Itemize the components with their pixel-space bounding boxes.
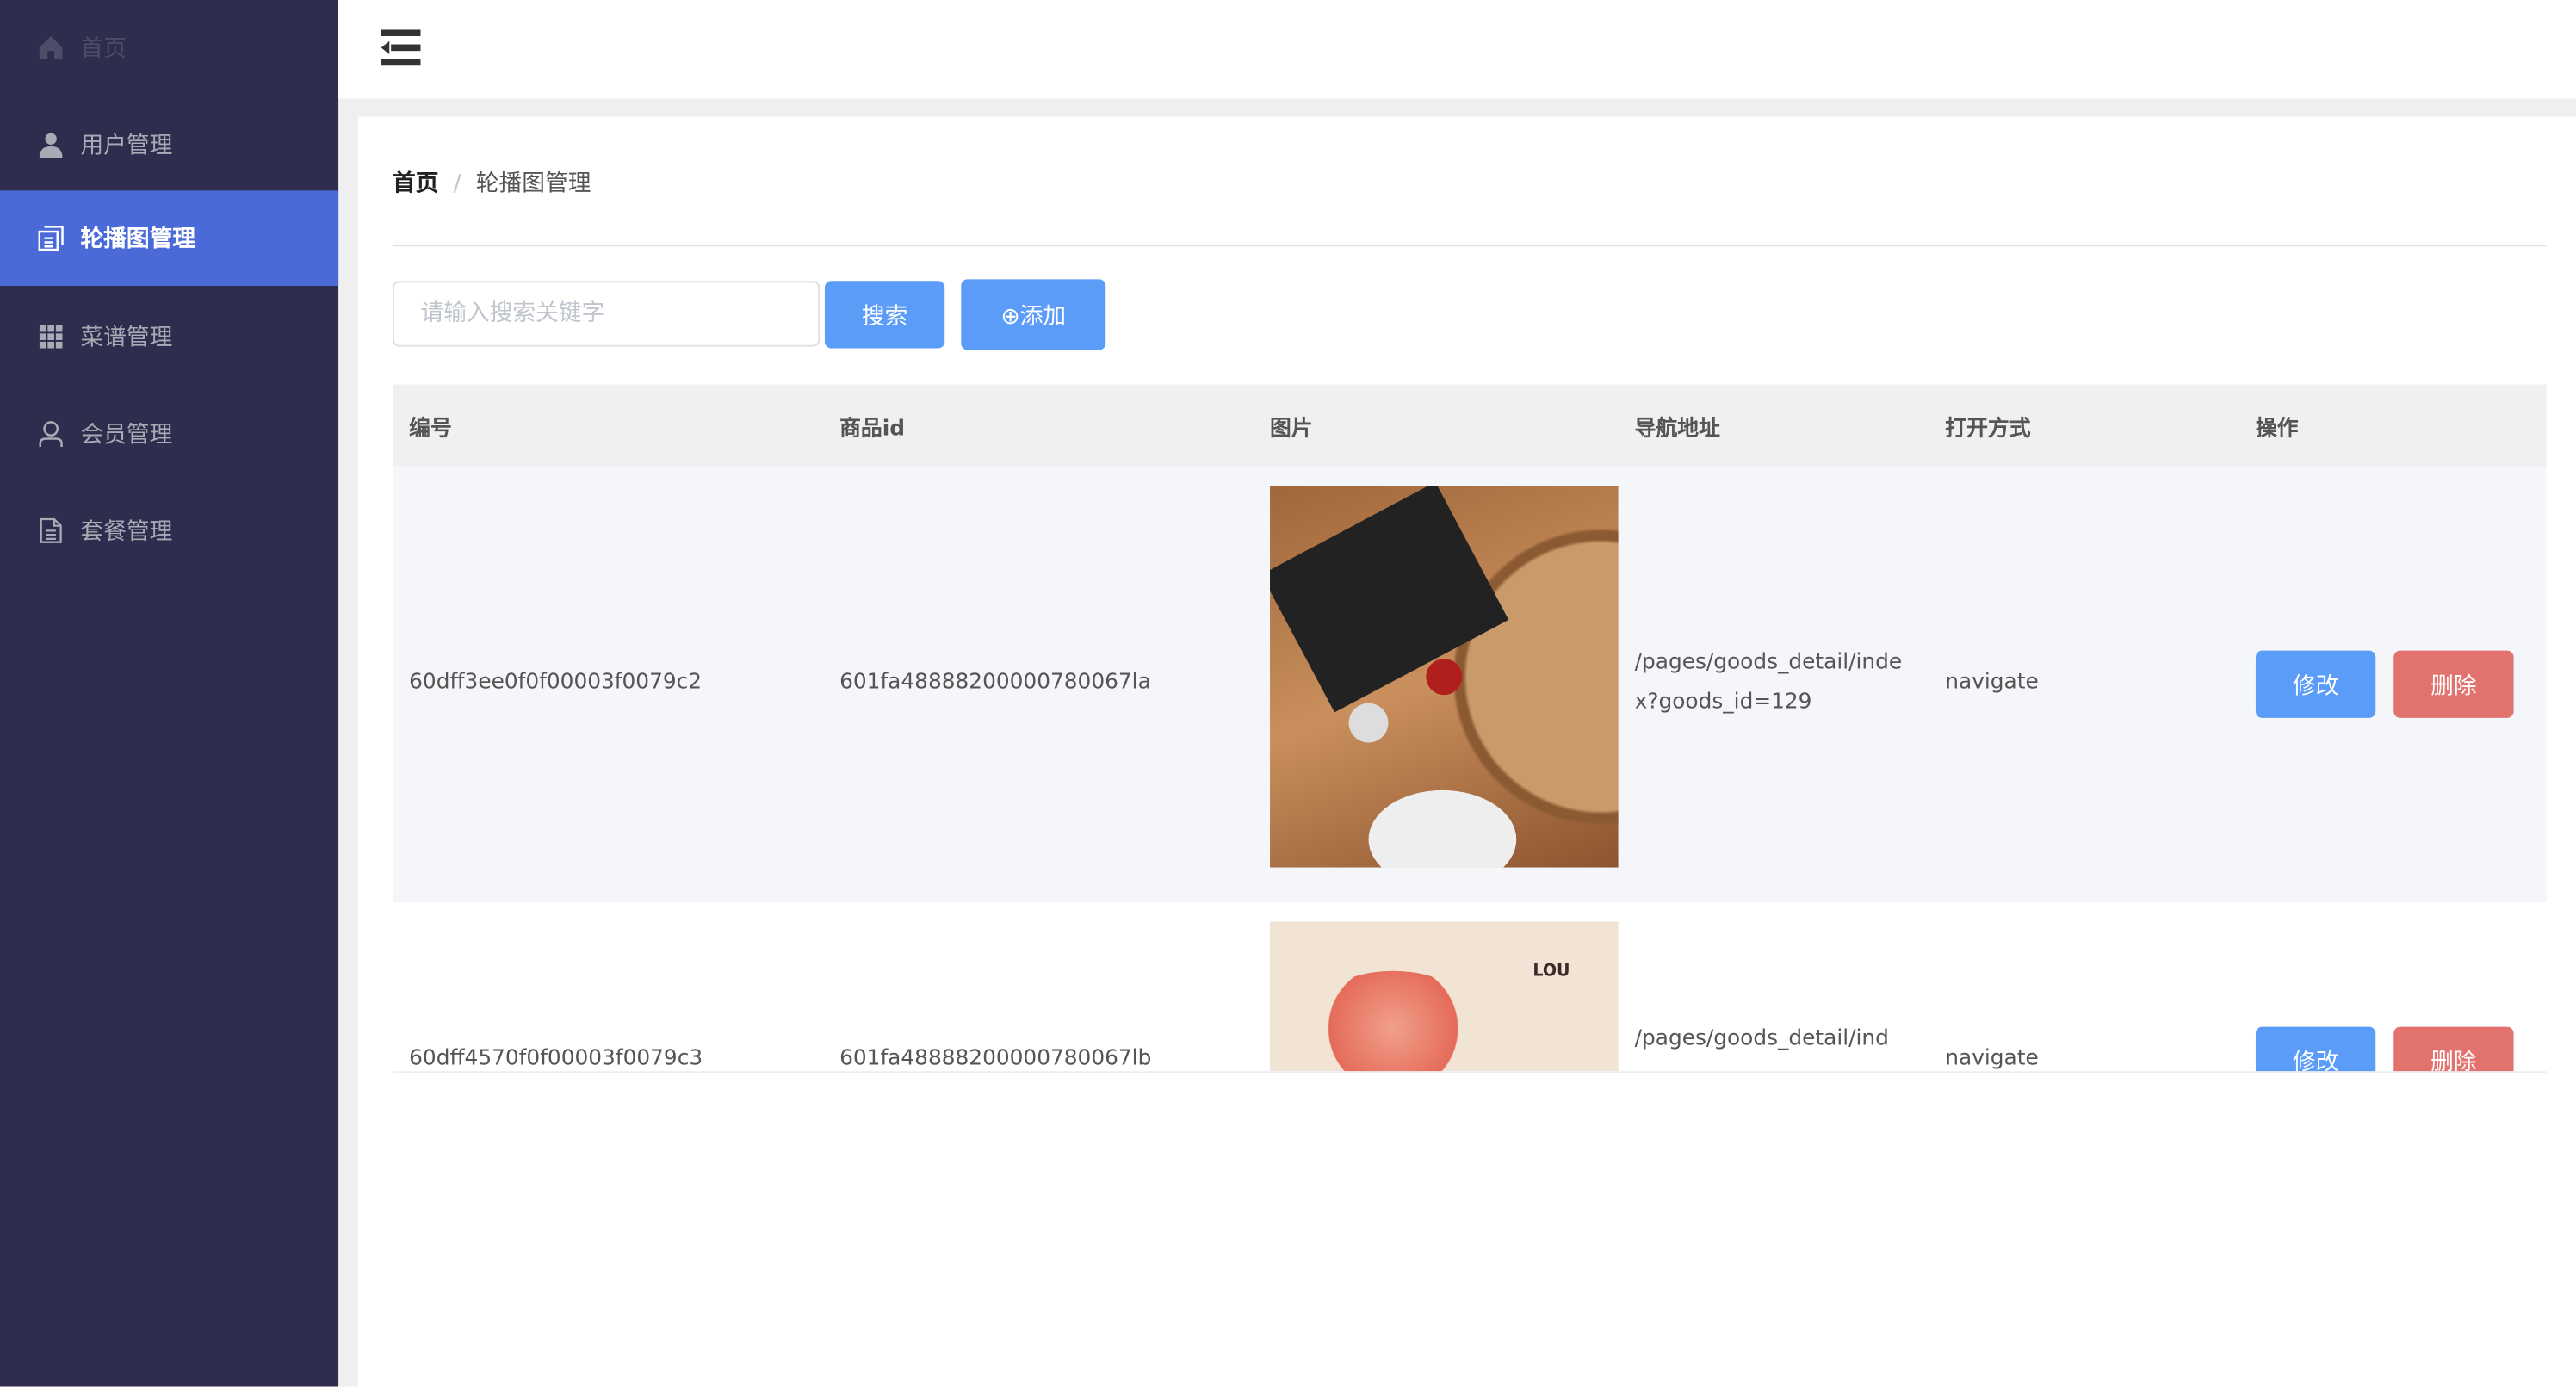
breadcrumb-separator: / bbox=[453, 170, 461, 197]
sidebar-item-label: 首页 bbox=[80, 35, 127, 63]
add-button[interactable]: ⊕添加 bbox=[961, 279, 1106, 350]
top-bar bbox=[338, 0, 2576, 99]
home-icon bbox=[38, 34, 65, 61]
delete-button[interactable]: 删除 bbox=[2393, 650, 2514, 718]
sidebar-item-label: 会员管理 bbox=[80, 422, 173, 449]
table-row: 60dff3ee0f0f00003f0079c2 601fa4888820000… bbox=[393, 466, 2547, 902]
breadcrumb-home[interactable]: 首页 bbox=[393, 170, 438, 197]
content-card: 首页 / 轮播图管理 搜索 ⊕添加 编号 商品id 图片 导航地址 打开方式 操作 … bbox=[357, 116, 2576, 1387]
grid-icon bbox=[38, 324, 65, 350]
cell-url: /pages/goods_detail/ind bbox=[1634, 1026, 1889, 1052]
search-input[interactable] bbox=[393, 281, 820, 347]
header-actions: 操作 bbox=[2255, 417, 2299, 443]
sidebar-item-recipes[interactable]: 菜谱管理 bbox=[0, 289, 338, 385]
sidebar-item-label: 用户管理 bbox=[80, 133, 173, 160]
cell-url: /pages/goods_detail/index?goods_id=129 bbox=[1634, 650, 1903, 715]
carousel-image: LOU bbox=[1270, 921, 1619, 1072]
header-image: 图片 bbox=[1270, 417, 1313, 443]
cell-id: 60dff3ee0f0f00003f0079c2 bbox=[409, 670, 703, 696]
collapse-menu-icon[interactable] bbox=[381, 29, 421, 66]
search-button[interactable]: 搜索 bbox=[824, 281, 945, 349]
sidebar-item-members[interactable]: 会员管理 bbox=[0, 386, 338, 481]
breadcrumb: 首页 / 轮播图管理 bbox=[393, 166, 591, 199]
cell-open-type: navigate bbox=[1945, 1046, 2039, 1072]
table-header: 编号 商品id 图片 导航地址 打开方式 操作 bbox=[393, 384, 2547, 467]
user-icon bbox=[38, 132, 65, 158]
edit-button[interactable]: 修改 bbox=[2255, 650, 2376, 718]
cell-id: 60dff4570f0f00003f0079c3 bbox=[409, 1046, 703, 1072]
breadcrumb-current: 轮播图管理 bbox=[475, 170, 591, 197]
carousel-image bbox=[1270, 486, 1619, 868]
edit-button[interactable]: 修改 bbox=[2255, 1026, 2376, 1072]
header-open-type: 打开方式 bbox=[1945, 417, 2031, 443]
sidebar-item-home[interactable]: 首页 bbox=[0, 0, 338, 96]
person-outline-icon bbox=[38, 420, 65, 448]
sidebar-item-label: 菜谱管理 bbox=[80, 325, 173, 352]
cell-goods-id: 601fa48888200000780067la bbox=[839, 670, 1151, 696]
sidebar: 首页 用户管理 轮播图管理 菜谱管理 会员管理 套餐管理 bbox=[0, 0, 339, 1387]
cell-goods-id: 601fa48888200000780067lb bbox=[839, 1046, 1152, 1072]
sidebar-item-users[interactable]: 用户管理 bbox=[0, 97, 338, 193]
table-row: 60dff4570f0f00003f0079c3 601fa4888820000… bbox=[393, 901, 2547, 1072]
file-icon bbox=[38, 517, 65, 544]
header-goods-id: 商品id bbox=[839, 417, 905, 443]
sidebar-item-packages[interactable]: 套餐管理 bbox=[0, 483, 338, 579]
document-icon bbox=[38, 225, 65, 251]
header-url: 导航地址 bbox=[1634, 417, 1720, 443]
sidebar-item-carousel[interactable]: 轮播图管理 bbox=[0, 190, 339, 287]
divider bbox=[393, 245, 2547, 247]
cell-open-type: navigate bbox=[1945, 670, 2039, 696]
carousel-table: 编号 商品id 图片 导航地址 打开方式 操作 60dff3ee0f0f0000… bbox=[393, 384, 2547, 1074]
sidebar-item-label: 轮播图管理 bbox=[80, 226, 196, 253]
sidebar-item-label: 套餐管理 bbox=[80, 518, 173, 546]
delete-button[interactable]: 删除 bbox=[2393, 1026, 2514, 1072]
header-id: 编号 bbox=[409, 417, 452, 443]
